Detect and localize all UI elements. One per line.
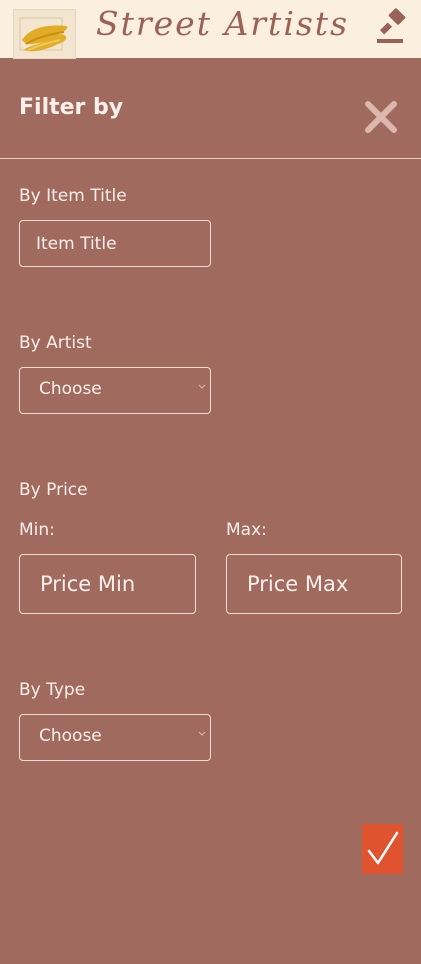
price-max-input[interactable] [226, 554, 402, 614]
artist-select[interactable]: Choose [19, 367, 211, 414]
chevron-down-icon [198, 384, 206, 389]
paint-brush-stroke-icon [19, 17, 68, 52]
chevron-down-icon [198, 731, 206, 736]
type-label: By Type [19, 680, 86, 700]
close-filter-button[interactable] [362, 98, 400, 136]
item-title-input[interactable] [19, 220, 211, 267]
gavel-button[interactable] [372, 8, 412, 48]
checkmark-icon [367, 831, 399, 865]
price-min-label: Min: [19, 520, 55, 540]
app-header: Street Artists [0, 0, 421, 59]
type-select-value: Choose [39, 726, 102, 746]
paint-brush-stroke-logo[interactable] [13, 9, 76, 59]
type-select[interactable]: Choose [19, 714, 211, 761]
price-label: By Price [19, 480, 88, 500]
apply-filter-button[interactable] [362, 824, 403, 874]
filter-title: Filter by [19, 95, 124, 120]
artist-label: By Artist [19, 333, 92, 353]
close-icon [365, 101, 397, 133]
price-min-input[interactable] [19, 554, 196, 614]
price-max-label: Max: [226, 520, 267, 540]
artist-select-value: Choose [39, 379, 102, 399]
app-brand-title: Street Artists [96, 4, 350, 43]
gavel-icon [377, 8, 406, 43]
item-title-label: By Item Title [19, 186, 127, 206]
header-divider [0, 158, 421, 159]
